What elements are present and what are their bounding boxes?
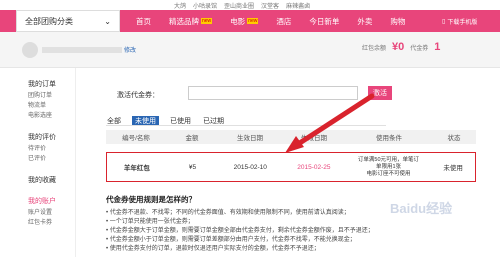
col-amount: 金额 bbox=[185, 135, 199, 142]
sidebar-item[interactable]: 电影选座 bbox=[28, 111, 75, 121]
tab-expired[interactable]: 已过期 bbox=[202, 116, 225, 125]
top-link[interactable]: 麻辣酱卤 bbox=[286, 1, 310, 10]
coupon-code-input[interactable] bbox=[188, 86, 358, 100]
sidebar: 我的订单 团购订单 物流单 电影选座 我的评价 待评价 已评价 我的收藏 我的账… bbox=[0, 68, 76, 257]
rule-line: • 代金券金额小于订单金额，则需要订单差额部分由用户支付，代金券不找零，不能兑换… bbox=[106, 237, 356, 243]
coupon-end: 2015-02-25 bbox=[297, 163, 331, 171]
sidebar-group-title-active[interactable]: 我的账户 bbox=[28, 196, 75, 206]
sidebar-item[interactable]: 待评价 bbox=[28, 144, 75, 154]
coupon-name: 羊年红包 bbox=[123, 165, 150, 172]
coupon-label: 代金券 bbox=[410, 46, 429, 52]
tab-unused[interactable]: 未使用 bbox=[132, 116, 159, 125]
condition-line: 订单满50元可用，单笔订 bbox=[357, 156, 420, 163]
new-badge: new bbox=[247, 18, 259, 24]
category-label: 全部团购分类 bbox=[25, 16, 73, 26]
new-badge: new bbox=[201, 18, 213, 24]
top-strip: 大鸽 小咕录馆 歪山商业圈 汉堂客 麻辣酱卤 bbox=[0, 0, 500, 10]
sidebar-group-title[interactable]: 我的收藏 bbox=[28, 175, 75, 185]
activate-button[interactable]: 激活 bbox=[368, 86, 392, 100]
nav-takeout[interactable]: 外卖 bbox=[357, 16, 372, 27]
nav-home[interactable]: 首页 bbox=[136, 16, 151, 27]
sidebar-group-reviews: 我的评价 待评价 已评价 bbox=[28, 132, 75, 164]
tab-used[interactable]: 已使用 bbox=[169, 116, 192, 125]
watermark: Baidu经验 bbox=[390, 201, 453, 216]
avatar bbox=[22, 42, 38, 58]
col-name: 编号/名称 bbox=[122, 135, 150, 142]
sidebar-group-favorites: 我的收藏 bbox=[28, 175, 75, 185]
nav-brands[interactable]: 精选品牌 new bbox=[169, 16, 213, 27]
balances: 红包余额 ¥0 代金券 1 bbox=[362, 41, 440, 53]
username-redacted bbox=[42, 47, 122, 53]
coupon-condition: 订单满50元可用，单笔订 单限用1张 电影订座不可使用 bbox=[346, 157, 432, 178]
top-link[interactable]: 大鸽 bbox=[174, 1, 186, 10]
sidebar-item[interactable]: 账户设置 bbox=[28, 208, 75, 218]
nav-hotels[interactable]: 酒店 bbox=[276, 16, 291, 27]
edit-profile-link[interactable]: 修改 bbox=[124, 45, 136, 54]
redpack-label: 红包余额 bbox=[362, 46, 387, 52]
top-link[interactable]: 小咕录馆 bbox=[193, 1, 217, 10]
nav-items: 首页 精选品牌 new 电影 new 酒店 今日新单 外卖 购物 bbox=[136, 10, 405, 32]
coupon-amount: ¥5 bbox=[188, 163, 197, 171]
top-links: 大鸽 小咕录馆 歪山商业圈 汉堂客 麻辣酱卤 bbox=[174, 1, 310, 10]
col-status: 状态 bbox=[447, 135, 461, 142]
sidebar-item[interactable]: 红包卡券 bbox=[28, 218, 75, 228]
coupon-status: 未使用 bbox=[443, 165, 463, 172]
nav-movies[interactable]: 电影 new bbox=[230, 16, 259, 27]
col-end: 失效日期 bbox=[301, 135, 327, 142]
coupon-value: 1 bbox=[434, 41, 441, 53]
mobile-app-link[interactable]: ▯ 下载手机版 bbox=[442, 10, 477, 32]
rule-line: • 代金券金额大于订单金额，则需要订单金额全部由代金券支付，剩余代金券金额作废，… bbox=[106, 228, 374, 234]
main-content: 激活代金券： 激活 全部 未使用 已使用 已过期 编号/名称 金额 生效日期 失… bbox=[84, 68, 500, 257]
table-header: 编号/名称 金额 生效日期 失效日期 使用条件 状态 bbox=[106, 130, 476, 144]
coupon-start: 2015-02-10 bbox=[233, 163, 267, 171]
sidebar-group-orders: 我的订单 团购订单 物流单 电影选座 bbox=[28, 79, 75, 121]
coupon-tabs: 全部 未使用 已使用 已过期 bbox=[106, 116, 386, 126]
table-row: 羊年红包 ¥5 2015-02-10 2015-02-25 订单满50元可用，单… bbox=[106, 152, 476, 182]
sidebar-item[interactable]: 物流单 bbox=[28, 101, 75, 111]
redpack-value: ¥0 bbox=[392, 41, 405, 53]
nav-today[interactable]: 今日新单 bbox=[309, 16, 339, 27]
sidebar-group-account: 我的账户 账户设置 红包卡券 bbox=[28, 196, 75, 228]
sidebar-group-title[interactable]: 我的评价 bbox=[28, 132, 75, 142]
activate-label: 激活代金券： bbox=[117, 92, 159, 99]
rule-line: • 使用代金券支付的订单，退款时仅退还用户实际支付的金额，代金券不予退还； bbox=[106, 246, 320, 252]
sidebar-item[interactable]: 团购订单 bbox=[28, 91, 75, 101]
top-link[interactable]: 汉堂客 bbox=[261, 1, 279, 10]
condition-line: 电影订座不可使用 bbox=[366, 170, 411, 177]
chevron-down-icon: ⌄ bbox=[104, 16, 111, 26]
top-link[interactable]: 歪山商业圈 bbox=[224, 1, 254, 10]
col-start: 生效日期 bbox=[237, 135, 263, 142]
col-condition: 使用条件 bbox=[376, 135, 402, 142]
phone-icon: ▯ bbox=[442, 18, 446, 25]
nav-shopping[interactable]: 购物 bbox=[390, 16, 405, 27]
category-dropdown[interactable]: 全部团购分类 ⌄ bbox=[16, 10, 120, 32]
sidebar-item[interactable]: 已评价 bbox=[28, 154, 75, 164]
tab-all[interactable]: 全部 bbox=[106, 116, 122, 125]
condition-line: 单限用1张 bbox=[375, 163, 401, 170]
sidebar-group-title[interactable]: 我的订单 bbox=[28, 79, 75, 89]
